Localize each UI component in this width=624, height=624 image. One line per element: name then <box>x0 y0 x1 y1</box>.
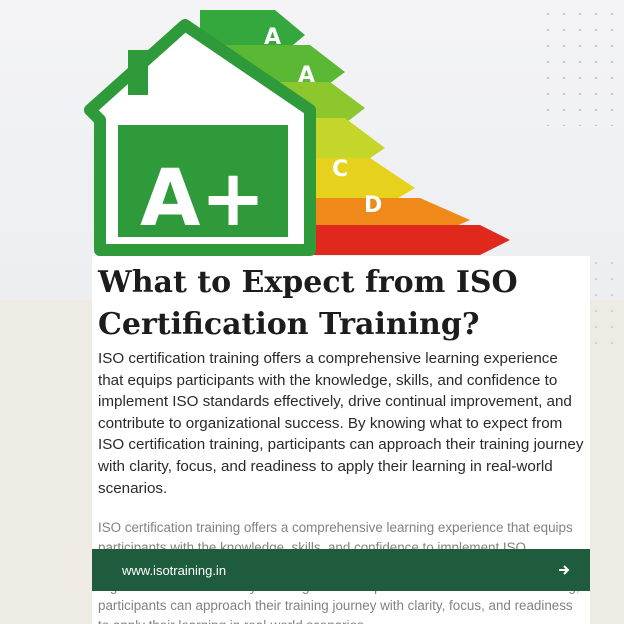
rating-bar-7 <box>300 225 510 255</box>
arrow-right-icon[interactable] <box>556 562 572 578</box>
website-link[interactable]: www.isotraining.in <box>122 563 226 578</box>
rating-letter-1: A <box>264 25 281 50</box>
house-rating-label: A+ <box>140 154 266 244</box>
footer-strip: www.isotraining.in <box>92 549 590 591</box>
article-body: ISO certification training offers a comp… <box>98 350 584 497</box>
left-margin <box>0 300 92 624</box>
energy-rating-illustration: A A A B C D A+ <box>84 10 510 256</box>
rating-letter-5: C <box>332 157 348 182</box>
rating-letter-2: A <box>298 63 315 88</box>
rating-letter-6: D <box>364 193 382 218</box>
dot-pattern <box>540 6 618 126</box>
article-title: What to Expect from ISO Certification Tr… <box>98 265 518 342</box>
